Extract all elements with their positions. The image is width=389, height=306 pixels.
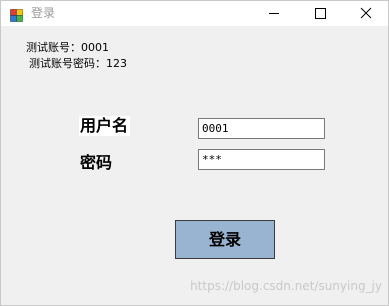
app-icon <box>10 7 23 22</box>
window-title: 登录 <box>31 6 56 20</box>
minimize-button[interactable] <box>251 1 297 26</box>
login-button[interactable]: 登录 <box>175 220 275 259</box>
password-input[interactable] <box>198 149 325 170</box>
username-input[interactable] <box>198 118 325 139</box>
maximize-icon <box>315 8 326 19</box>
watermark-text: https://blog.csdn.net/sunying_jy <box>190 279 382 293</box>
login-window: 登录 测试账号：0001 测试账号密码：123 用户名 密码 登录 https:… <box>0 0 389 306</box>
close-button[interactable] <box>343 1 389 26</box>
username-label: 用户名 <box>79 116 131 136</box>
close-icon <box>360 7 372 19</box>
test-password-hint: 测试账号密码：123 <box>29 57 127 70</box>
minimize-icon <box>269 13 279 14</box>
maximize-button[interactable] <box>297 1 343 26</box>
password-label: 密码 <box>80 153 113 172</box>
test-account-hint: 测试账号：0001 <box>26 41 109 54</box>
title-bar[interactable]: 登录 <box>1 1 388 26</box>
